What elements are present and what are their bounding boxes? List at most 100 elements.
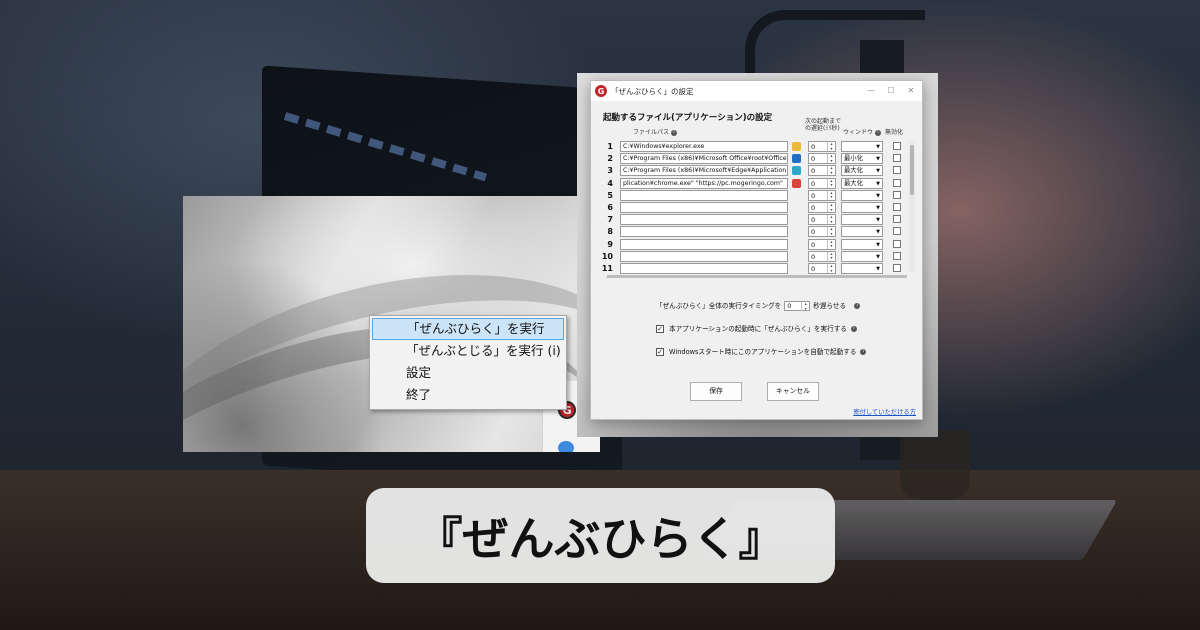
window-state-select[interactable]: 最大化 ▼ xyxy=(841,165,883,177)
info-icon[interactable]: i xyxy=(860,349,867,355)
delay-input[interactable]: 0 ▴ ▾ xyxy=(808,214,836,226)
stepper-icon[interactable]: ▴ ▾ xyxy=(827,190,835,200)
window-state-select[interactable]: ▼ xyxy=(841,214,883,226)
info-icon[interactable]: i xyxy=(671,129,678,136)
file-row: 3 C:¥Program Files (x86)¥Microsoft¥Edge¥A… xyxy=(595,165,905,177)
stepper-icon[interactable]: ▴ ▾ xyxy=(827,227,835,237)
window-state-select[interactable]: 最小化 ▼ xyxy=(841,153,883,165)
window-state-select[interactable]: ▼ xyxy=(841,202,883,213)
disable-checkbox[interactable] xyxy=(893,154,901,163)
scroll-thumb[interactable] xyxy=(910,145,914,195)
tray-context-menu: 「ぜんぶひらく」を実行 「ぜんぶとじる」を実行 (i) 設定 終了 xyxy=(369,315,567,410)
row-number: 10 xyxy=(601,251,613,261)
disable-checkbox[interactable] xyxy=(893,178,901,187)
delay-input[interactable]: 0 ▴ ▾ xyxy=(808,250,836,262)
autostart-checkbox[interactable]: ✓ xyxy=(656,348,664,356)
stepper-icon[interactable]: ▴ ▾ xyxy=(827,202,835,212)
file-row: 2 C:¥Program Files (x86)¥Microsoft Office… xyxy=(595,153,905,165)
delay-value: 0 xyxy=(811,240,816,249)
window-state-select[interactable]: ▼ xyxy=(841,141,883,152)
disable-checkbox[interactable] xyxy=(893,203,901,211)
stepper-icon[interactable]: ▴ ▾ xyxy=(801,301,809,311)
stepper-icon[interactable]: ▴ ▾ xyxy=(827,166,835,176)
delay-input[interactable]: 0 ▴ ▾ xyxy=(808,189,836,201)
file-path-input[interactable] xyxy=(620,202,788,213)
disable-checkbox[interactable] xyxy=(893,142,901,150)
delay-input[interactable]: 0 ▴ ▾ xyxy=(808,141,836,152)
minimize-button[interactable]: — xyxy=(864,84,878,97)
window-state-select[interactable]: 最大化 ▼ xyxy=(841,177,883,189)
file-path-input[interactable]: C:¥Program Files (x86)¥Microsoft Office¥… xyxy=(620,153,788,165)
stepper-icon[interactable]: ▴ ▾ xyxy=(827,251,835,261)
column-header-delay: 次の起動まで の遅延(ﾐﾘ秒) xyxy=(805,118,841,132)
cancel-button[interactable]: キャンセル xyxy=(767,382,819,401)
menu-item-run-open-all[interactable]: 「ぜんぶひらく」を実行 xyxy=(372,318,564,340)
file-path-input[interactable] xyxy=(620,214,788,226)
disable-checkbox[interactable] xyxy=(893,239,901,248)
row-number: 5 xyxy=(607,190,613,200)
info-icon[interactable]: i xyxy=(850,326,857,332)
chevron-down-icon: ▼ xyxy=(876,168,880,175)
file-path-input[interactable] xyxy=(620,263,788,274)
stepper-icon[interactable]: ▴ ▾ xyxy=(827,178,835,188)
info-icon[interactable]: i xyxy=(854,303,861,309)
donate-link[interactable]: 寄付していただける方 xyxy=(853,407,916,416)
window-state-select[interactable]: ▼ xyxy=(841,189,883,201)
window-state-select[interactable]: ▼ xyxy=(841,226,883,238)
stepper-icon[interactable]: ▴ ▾ xyxy=(827,239,835,249)
delay-value: 0 xyxy=(811,216,816,225)
chrome-icon xyxy=(792,178,801,188)
title-bar[interactable]: G 「ぜんぶひらく」の設定 — ☐ ✕ xyxy=(591,81,922,101)
disable-checkbox[interactable] xyxy=(893,264,901,272)
file-path-input[interactable]: plication¥chrome.exe" "https://pc.mogeri… xyxy=(620,177,788,189)
timing-delay-input[interactable]: 0 ▴ ▾ xyxy=(784,301,811,311)
autostart-label: Windowsスタート時にこのアプリケーションを自動で起動する xyxy=(669,348,857,356)
list-scrollbar[interactable] xyxy=(909,141,915,271)
delay-value: 0 xyxy=(811,167,816,176)
row-number: 2 xyxy=(607,154,613,164)
delay-input[interactable]: 0 ▴ ▾ xyxy=(808,226,836,238)
delay-value: 0 xyxy=(811,265,816,273)
disable-checkbox[interactable] xyxy=(893,215,901,224)
row-number: 11 xyxy=(601,264,613,273)
delay-input[interactable]: 0 ▴ ▾ xyxy=(808,238,836,250)
delay-input[interactable]: 0 ▴ ▾ xyxy=(808,263,836,274)
stepper-icon[interactable]: ▴ ▾ xyxy=(827,141,835,151)
tray-app-icon[interactable] xyxy=(558,441,574,452)
file-path-input[interactable]: C:¥Windows¥explorer.exe xyxy=(620,141,788,152)
file-path-input[interactable] xyxy=(620,226,788,238)
delay-input[interactable]: 0 ▴ ▾ xyxy=(808,165,836,177)
menu-item-exit[interactable]: 終了 xyxy=(372,384,564,406)
row-number: 3 xyxy=(607,166,613,176)
disable-checkbox[interactable] xyxy=(893,251,901,260)
caption-banner: 『ぜんぶひらく』 xyxy=(366,488,835,583)
row-number: 7 xyxy=(607,215,613,225)
window-state-select[interactable]: ▼ xyxy=(841,263,883,274)
window-state-select[interactable]: ▼ xyxy=(841,250,883,262)
stepper-icon[interactable]: ▴ ▾ xyxy=(827,153,835,164)
menu-item-settings[interactable]: 設定 xyxy=(372,362,564,384)
stepper-icon[interactable]: ▴ ▾ xyxy=(827,263,835,273)
menu-item-run-close-all[interactable]: 「ぜんぶとじる」を実行 (i) xyxy=(372,340,564,362)
disable-checkbox[interactable] xyxy=(893,190,901,199)
file-path-input[interactable] xyxy=(620,250,788,262)
info-icon[interactable]: i xyxy=(875,129,882,136)
file-path-input[interactable] xyxy=(620,238,788,250)
file-path-input[interactable]: C:¥Program Files (x86)¥Microsoft¥Edge¥Ap… xyxy=(620,165,788,177)
delay-input[interactable]: 0 ▴ ▾ xyxy=(808,177,836,189)
list-divider xyxy=(607,275,907,278)
delay-input[interactable]: 0 ▴ ▾ xyxy=(808,202,836,213)
disable-checkbox[interactable] xyxy=(893,227,901,236)
run-on-start-checkbox[interactable]: ✓ xyxy=(656,325,664,333)
run-on-start-label: 本アプリケーションの起動時に「ぜんぶひらく」を実行する xyxy=(669,325,847,333)
stepper-icon[interactable]: ▴ ▾ xyxy=(827,214,835,225)
disable-checkbox[interactable] xyxy=(893,166,901,175)
window-state-select[interactable]: ▼ xyxy=(841,238,883,250)
file-path-input[interactable] xyxy=(620,189,788,201)
maximize-button[interactable]: ☐ xyxy=(884,84,898,97)
window-state-value: 最小化 xyxy=(844,155,863,163)
column-label: の遅延(ﾐﾘ秒) xyxy=(805,125,840,132)
delay-input[interactable]: 0 ▴ ▾ xyxy=(808,153,836,165)
close-button[interactable]: ✕ xyxy=(904,84,918,97)
save-button[interactable]: 保存 xyxy=(690,382,742,401)
